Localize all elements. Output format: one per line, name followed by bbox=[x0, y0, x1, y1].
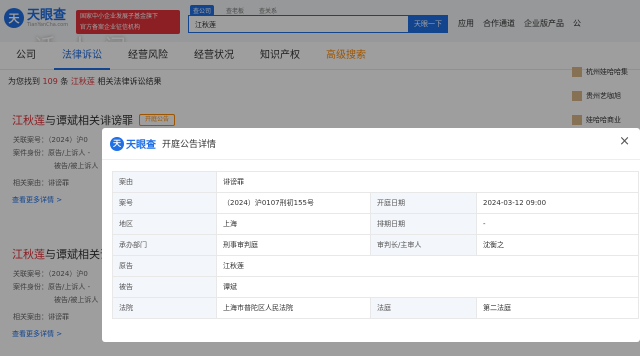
schedule-date-value: - bbox=[475, 213, 640, 235]
modal-logo-text: 天眼查 bbox=[126, 140, 156, 151]
table-row: 案由 诽谤罪 bbox=[112, 171, 640, 193]
judge-label: 审判长/主审人 bbox=[370, 234, 477, 256]
table-row: 被告 谭斌 bbox=[112, 276, 640, 298]
court-value: 上海市普陀区人民法院 bbox=[216, 297, 371, 319]
close-icon[interactable]: × bbox=[619, 135, 630, 148]
modal-title: 开庭公告详情 bbox=[162, 140, 217, 150]
court-label: 法院 bbox=[112, 297, 217, 319]
modal-logo: 天 天眼查 bbox=[110, 136, 156, 151]
hearing-date-label: 开庭日期 bbox=[370, 192, 477, 214]
modal-header: 天 天眼查 开庭公告详情 × bbox=[102, 128, 640, 160]
plaintiff-label: 原告 bbox=[112, 255, 217, 277]
case-no-value: （2024）沪0107刑初155号 bbox=[216, 192, 371, 214]
hearing-detail-table: 案由 诽谤罪 案号 （2024）沪0107刑初155号 开庭日期 2024-03… bbox=[112, 171, 640, 319]
modal-logo-mark: 天 bbox=[110, 136, 124, 151]
case-reason-label: 案由 bbox=[112, 171, 217, 193]
hearing-date-value: 2024-03-12 09:00 bbox=[475, 192, 640, 214]
table-row: 原告 江秋莲 bbox=[112, 255, 640, 277]
schedule-date-label: 排期日期 bbox=[370, 213, 477, 235]
judge-value: 沈衡之 bbox=[475, 234, 640, 256]
plaintiff-value: 江秋莲 bbox=[215, 255, 640, 277]
region-value: 上海 bbox=[216, 213, 371, 235]
table-row: 地区 上海 排期日期 - bbox=[112, 213, 640, 235]
region-label: 地区 bbox=[112, 213, 217, 235]
dept-label: 承办部门 bbox=[112, 234, 217, 256]
defendant-label: 被告 bbox=[112, 276, 217, 298]
table-row: 法院 上海市普陀区人民法院 法庭 第二法庭 bbox=[112, 297, 640, 319]
courtroom-value: 第二法庭 bbox=[475, 297, 640, 319]
courtroom-label: 法庭 bbox=[370, 297, 477, 319]
case-reason-value: 诽谤罪 bbox=[215, 171, 640, 193]
dept-value: 刑事审判庭 bbox=[216, 234, 371, 256]
table-row: 承办部门 刑事审判庭 审判长/主审人 沈衡之 bbox=[112, 234, 640, 256]
case-no-label: 案号 bbox=[112, 192, 217, 214]
defendant-value: 谭斌 bbox=[215, 276, 640, 298]
table-row: 案号 （2024）沪0107刑初155号 开庭日期 2024-03-12 09:… bbox=[112, 192, 640, 214]
hearing-notice-modal: 天 天眼查 开庭公告详情 × 案由 诽谤罪 案号 （2024）沪0107刑初15… bbox=[102, 128, 640, 342]
